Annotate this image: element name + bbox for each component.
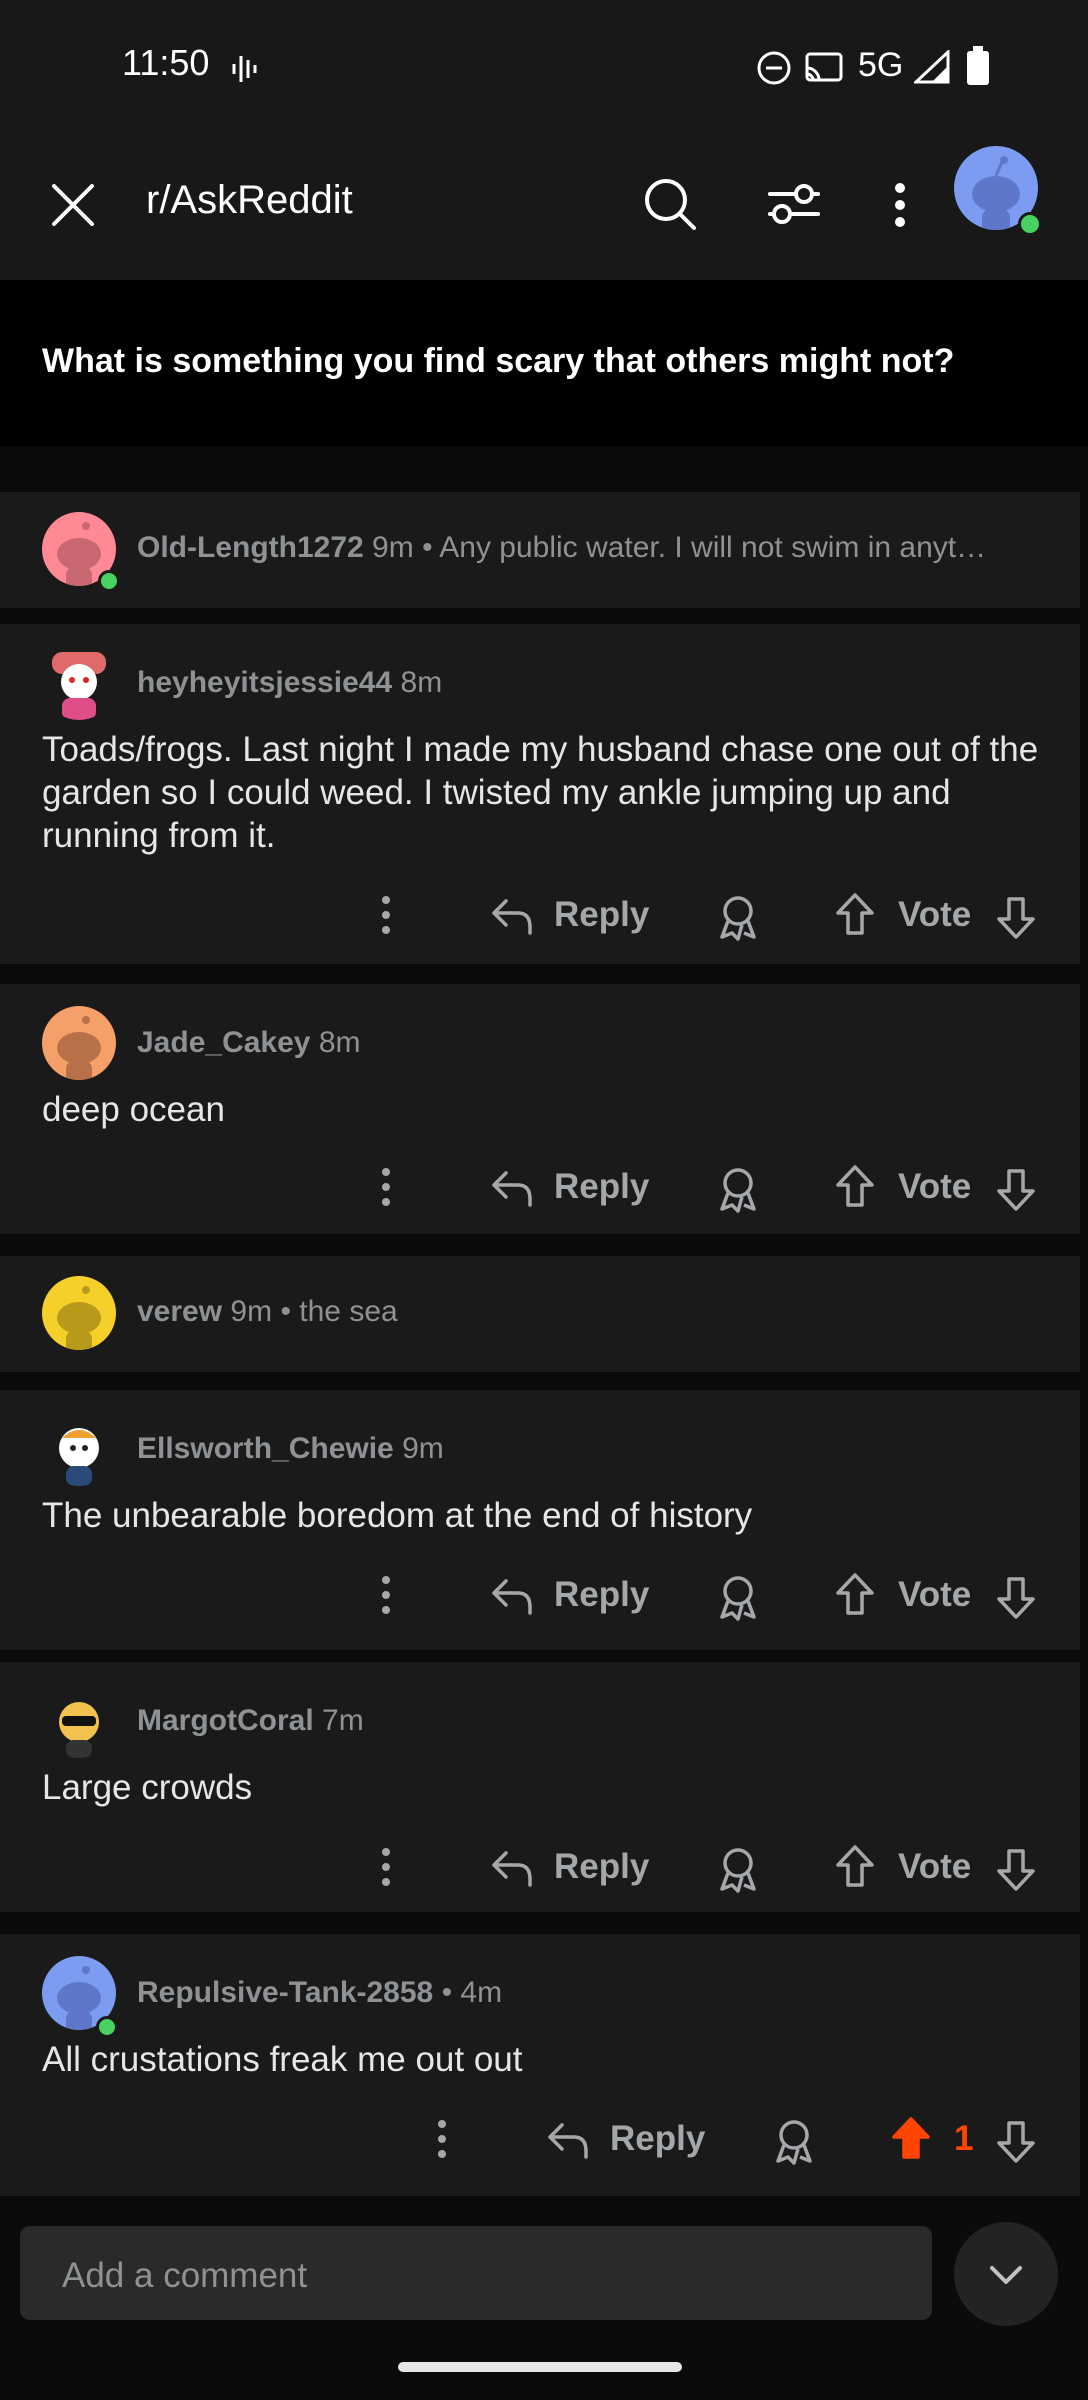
comment-collapsed[interactable]: verew 9m • the sea — [0, 1256, 1080, 1372]
downvote-icon[interactable] — [995, 1165, 1037, 1213]
close-icon[interactable] — [50, 182, 96, 228]
comment-time: 8m — [318, 1026, 361, 1059]
more-options-icon[interactable] — [376, 1573, 396, 1617]
reply-icon[interactable] — [490, 1575, 534, 1615]
comment-author[interactable]: heyheyitsjessie44 — [137, 666, 392, 699]
sort-filter-icon[interactable] — [766, 180, 822, 228]
comment-action-bar: Reply 1 — [0, 2109, 1080, 2169]
comment-input-placeholder[interactable]: Add a comment — [62, 2256, 307, 2296]
chevron-down-icon — [990, 2266, 1022, 2284]
award-icon[interactable] — [716, 1573, 760, 1621]
subreddit-title[interactable]: r/AskReddit — [146, 178, 353, 223]
vote-label: Vote — [898, 1167, 972, 1206]
scroll-down-button[interactable] — [954, 2222, 1058, 2326]
avatar-character-icon — [59, 1702, 99, 1758]
downvote-icon[interactable] — [995, 1573, 1037, 1621]
comment-time: 9m — [230, 1295, 273, 1328]
more-options-icon[interactable] — [376, 893, 396, 937]
award-icon[interactable] — [716, 1845, 760, 1893]
comment-author[interactable]: MargotCoral — [137, 1704, 314, 1737]
comment-preview: • the sea — [280, 1295, 398, 1328]
avatar[interactable] — [42, 1006, 116, 1080]
vote-score: 1 — [954, 2119, 974, 2158]
snoo-avatar-icon — [57, 1286, 101, 1350]
avatar[interactable] — [42, 1684, 116, 1758]
upvote-icon[interactable] — [890, 2115, 932, 2163]
avatar-character-icon — [52, 652, 106, 720]
upvote-icon[interactable] — [834, 1571, 876, 1619]
post-title[interactable]: What is something you find scary that ot… — [42, 342, 954, 381]
comment-body: Toads/frogs. Last night I made my husban… — [42, 730, 1039, 855]
snoo-avatar-icon — [57, 1016, 101, 1080]
comment-action-bar: Reply Vote — [0, 1157, 1080, 1217]
award-icon[interactable] — [716, 893, 760, 941]
online-indicator — [96, 2016, 118, 2038]
status-time: 11:50 — [122, 42, 210, 83]
vote-label: Vote — [898, 1575, 972, 1614]
cast-icon — [805, 52, 843, 82]
downvote-icon[interactable] — [995, 1845, 1037, 1893]
vote-label: Vote — [898, 895, 972, 934]
comment-time: 8m — [400, 666, 443, 699]
network-label: 5G — [858, 46, 904, 84]
comment-action-bar: Reply Vote — [0, 1565, 1080, 1625]
avatar[interactable] — [42, 1412, 116, 1486]
avatar[interactable] — [42, 646, 116, 720]
comment-time: 7m — [322, 1704, 364, 1737]
comment-author[interactable]: Jade_Cakey — [137, 1026, 310, 1059]
upvote-icon[interactable] — [834, 891, 876, 939]
comment-author[interactable]: Repulsive-Tank-2858 — [137, 1976, 433, 2009]
home-indicator — [398, 2362, 682, 2372]
award-icon[interactable] — [772, 2117, 816, 2165]
more-options-icon[interactable] — [888, 180, 912, 230]
downvote-icon[interactable] — [995, 893, 1037, 941]
battery-icon — [967, 46, 989, 85]
reply-icon[interactable] — [546, 2119, 590, 2159]
reply-button[interactable]: Reply — [554, 1847, 649, 1887]
reply-icon[interactable] — [490, 1167, 534, 1207]
comment-time: • 4m — [441, 1976, 503, 2009]
comment-body: deep ocean — [42, 1090, 225, 1129]
reply-button[interactable]: Reply — [610, 2119, 705, 2159]
more-options-icon[interactable] — [376, 1165, 396, 1209]
comment-preview: • Any public water. I will not swim in a… — [422, 531, 987, 564]
reply-icon[interactable] — [490, 895, 534, 935]
comment-author[interactable]: verew — [137, 1295, 222, 1328]
downvote-icon[interactable] — [995, 2117, 1037, 2165]
reply-button[interactable]: Reply — [554, 1167, 649, 1207]
upvote-icon[interactable] — [834, 1843, 876, 1891]
upvote-icon[interactable] — [834, 1163, 876, 1211]
comment-action-bar: Reply Vote — [0, 885, 1080, 945]
comment-body: Large crowds — [42, 1768, 253, 1807]
signal-icon — [914, 50, 950, 84]
comment-time: 9m — [402, 1432, 444, 1465]
vote-label: Vote — [898, 1847, 972, 1886]
award-icon[interactable] — [716, 1165, 760, 1213]
online-indicator — [98, 570, 120, 592]
search-icon[interactable] — [642, 176, 698, 232]
avatar-character-icon — [59, 1428, 99, 1486]
more-options-icon[interactable] — [432, 2117, 452, 2161]
comment-action-bar: Reply Vote — [0, 1837, 1080, 1897]
comment-body: All crustations freak me out out — [42, 2040, 523, 2079]
avatar[interactable] — [42, 1276, 116, 1350]
comment-author[interactable]: Ellsworth_Chewie — [137, 1432, 394, 1465]
comment-time: 9m — [372, 531, 414, 564]
sound-wave-icon — [232, 56, 257, 82]
reply-icon[interactable] — [490, 1847, 534, 1887]
comment-collapsed[interactable]: Old-Length1272 9m • Any public water. I … — [0, 492, 1080, 608]
comment-author[interactable]: Old-Length1272 — [137, 531, 364, 564]
more-options-icon[interactable] — [376, 1845, 396, 1889]
online-indicator — [1018, 212, 1042, 236]
comment-body: The unbearable boredom at the end of his… — [42, 1496, 753, 1535]
reply-button[interactable]: Reply — [554, 1575, 649, 1615]
reply-button[interactable]: Reply — [554, 895, 649, 935]
do-not-disturb-icon — [757, 51, 791, 85]
